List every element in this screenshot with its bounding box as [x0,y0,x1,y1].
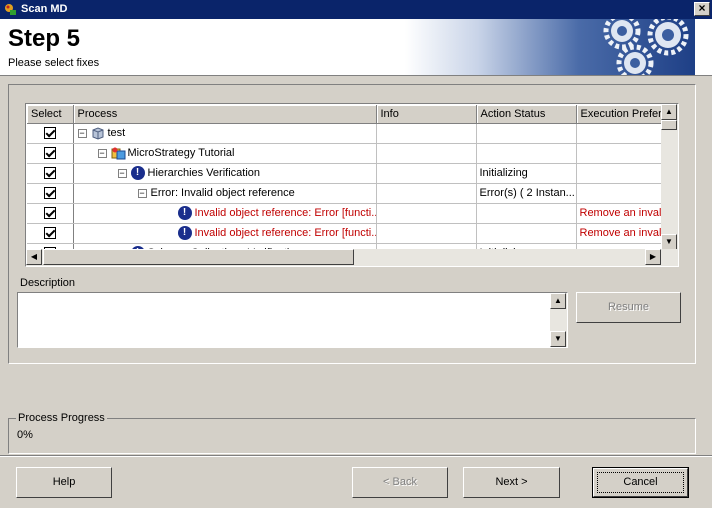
resume-button[interactable]: Resume [576,292,681,323]
back-button[interactable]: < Back [352,467,448,498]
info-cell [376,143,477,164]
select-cell [27,163,74,184]
process-name: MicroStrategy Tutorial [127,146,235,159]
header-row: Select Process Info Action Status Execut… [27,105,661,124]
window-title: Scan MD [21,3,68,15]
select-checkbox[interactable] [43,167,56,180]
title-bar: Scan MD × [0,0,712,19]
collapse-toggle-icon[interactable]: − [137,188,147,198]
select-cell [27,123,74,144]
process-name: Hierarchies Verification [147,166,261,179]
process-cell: −! Hierarchies Verification [73,163,377,184]
process-name: Invalid object reference: Error [functi.… [194,206,376,219]
scroll-right-icon[interactable]: ▶ [645,249,661,265]
process-name: test [107,126,126,139]
focus-ring [597,472,684,493]
select-cell [27,183,74,204]
info-cell [376,123,477,144]
execution-preference-cell: Remove an invali [576,223,661,244]
action-status-cell: Error(s) ( 2 Instan... [476,183,577,204]
fixes-grid[interactable]: Select Process Info Action Status Execut… [25,103,679,267]
alert-icon: ! [177,206,192,220]
select-checkbox[interactable] [43,227,56,240]
info-cell [376,223,477,244]
table-row[interactable]: −! Hierarchies Verification Initializing [27,163,661,184]
collapse-toggle-icon[interactable]: − [77,128,87,138]
gears-icon [603,19,689,75]
execution-preference-cell [576,143,661,164]
process-progress-label: Process Progress [16,412,107,424]
column-header-execution-preference[interactable]: Execution Prefer... [576,105,661,124]
action-status-cell [476,203,577,224]
table-row[interactable]: − test [27,123,661,144]
fixes-table: Select Process Info Action Status Execut… [27,105,661,250]
column-header-info[interactable]: Info [376,105,477,124]
action-status-cell [476,123,577,144]
process-name: Error: Invalid object reference [150,187,295,199]
info-cell [376,163,477,184]
execution-preference-cell [576,163,661,184]
step-title: Step 5 [8,25,81,52]
alert-icon: ! [130,166,145,180]
scroll-up-icon[interactable]: ▲ [550,293,566,309]
vertical-scroll-thumb[interactable] [661,120,677,130]
table-row[interactable]: − Error: Invalid object reference Error(s)… [27,183,661,204]
grid-vertical-scrollbar[interactable]: ▲ ▼ [661,104,678,251]
close-button[interactable]: × [694,2,710,16]
action-status-cell [476,143,577,164]
column-header-action-status[interactable]: Action Status [476,105,577,124]
scan-md-window: Scan MD × Step 5 Please select fixes Sel… [0,0,712,508]
box-icon [91,126,105,140]
info-cell [376,183,477,204]
column-header-process[interactable]: Process [73,105,377,124]
scroll-up-icon[interactable]: ▲ [661,104,677,120]
help-button[interactable]: Help [16,467,112,498]
info-cell [376,203,477,224]
process-cell: − MicroStrategy Tutorial [73,143,377,164]
grid-horizontal-scrollbar[interactable]: ◀ ▶ [26,249,678,266]
description-field[interactable]: ▲ ▼ [17,292,568,348]
next-button[interactable]: Next > [463,467,560,498]
process-progress-value: 0% [17,429,33,441]
app-icon [5,4,16,15]
collapse-toggle-icon[interactable]: − [97,148,107,158]
execution-preference-cell [576,183,661,204]
cancel-button[interactable]: Cancel [592,467,689,498]
alert-icon: ! [177,226,192,240]
process-cell: − test [73,123,377,144]
scroll-down-icon[interactable]: ▼ [661,234,677,250]
table-row[interactable]: ! Invalid object reference: Error [functi… [27,223,661,244]
wizard-header: Step 5 Please select fixes [0,19,712,76]
footer-divider [0,455,712,457]
select-cell [27,223,74,244]
process-cell: ! Invalid object reference: Error [functi… [73,223,377,244]
process-cell: ! Invalid object reference: Error [functi… [73,203,377,224]
step-subtitle: Please select fixes [8,57,100,69]
select-cell [27,203,74,224]
scroll-down-icon[interactable]: ▼ [550,331,566,347]
process-name: Invalid object reference: Error [functi.… [194,226,376,239]
description-label: Description [20,277,76,289]
action-status-cell [476,223,577,244]
process-progress-group [8,418,696,454]
select-checkbox[interactable] [43,207,56,220]
column-header-select[interactable]: Select [27,105,74,124]
table-row[interactable]: ! Invalid object reference: Error [functi… [27,203,661,224]
select-checkbox[interactable] [43,127,56,140]
horizontal-scroll-thumb[interactable] [43,249,354,265]
scroll-left-icon[interactable]: ◀ [26,249,42,265]
execution-preference-cell: Remove an invali [576,203,661,224]
collapse-toggle-icon[interactable]: − [117,168,127,178]
select-checkbox[interactable] [43,147,56,160]
description-scrollbar[interactable]: ▲ ▼ [550,293,567,347]
execution-preference-cell [576,123,661,144]
select-cell [27,143,74,164]
action-status-cell: Initializing [476,163,577,184]
table-row[interactable]: − MicroStrategy Tutorial [27,143,661,164]
process-cell: − Error: Invalid object reference [73,183,377,204]
project-icon [111,146,125,160]
select-checkbox[interactable] [43,187,56,200]
